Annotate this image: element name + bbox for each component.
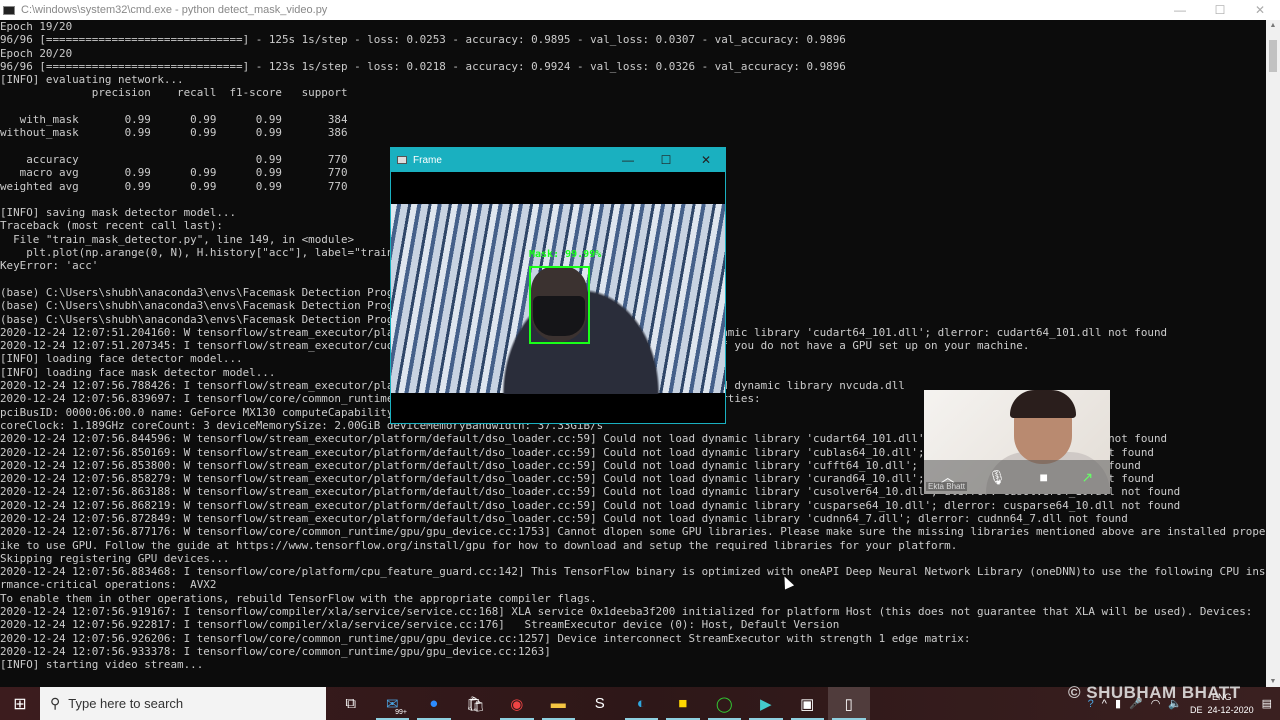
notepad-icon[interactable]: ▯ <box>828 687 870 720</box>
sublime-icon[interactable]: S <box>579 687 621 720</box>
chrome-icon[interactable]: ◉ <box>496 687 538 720</box>
search-icon: ⚲ <box>50 695 61 711</box>
taskbar-search[interactable]: ⚲ Type here to search <box>40 687 326 720</box>
terminal-line: Skipping registering GPU devices... <box>0 551 230 565</box>
terminal-line: 2020-12-24 12:07:56.872849: W tensorflow… <box>0 511 1128 525</box>
task-view-icon[interactable]: ⧉ <box>330 687 372 720</box>
webcam-video: Mask: 99.99% <box>391 204 725 394</box>
sticky-notes-icon[interactable]: ■ <box>662 687 704 720</box>
zoom-icon[interactable]: ● <box>413 687 455 720</box>
close-button[interactable]: ✕ <box>1240 0 1280 20</box>
cmd-icon <box>3 5 15 15</box>
terminal-line: [INFO] evaluating network... <box>0 73 184 87</box>
file-explorer-icon[interactable]: ▬ <box>538 687 580 720</box>
detection-label: Mask: 99.99% <box>529 249 602 260</box>
share-icon[interactable]: ↗ <box>1082 469 1094 486</box>
watermark: © SHUBHAM BHATT <box>1068 683 1241 702</box>
terminal-line: 2020-12-24 12:07:56.919167: I tensorflow… <box>0 605 1253 619</box>
terminal-line: Epoch 19/20 <box>0 20 73 33</box>
terminal-line: rmance-critical operations: AVX2 <box>0 578 217 592</box>
terminal-line: without_mask 0.99 0.99 0.99 386 <box>0 126 348 140</box>
date: 24-12-2020 <box>1207 704 1254 715</box>
participant-hair <box>1010 390 1076 418</box>
scroll-up-icon[interactable]: ▲ <box>1266 22 1280 29</box>
window-icon <box>397 156 407 164</box>
mail-icon[interactable]: ✉ 99+ <box>372 687 414 720</box>
terminal-line: 2020-12-24 12:07:56.868219: W tensorflow… <box>0 498 1181 512</box>
cmd-taskbar-icon[interactable]: ▣ <box>787 687 829 720</box>
terminal-line: Epoch 20/20 <box>0 46 73 60</box>
frame-title: Frame <box>413 154 442 166</box>
mail-badge: 99+ <box>395 709 407 716</box>
refresh-app-icon[interactable]: ◯ <box>704 687 746 720</box>
scrollbar-thumb[interactable] <box>1269 40 1277 72</box>
terminal-line: 96/96 [==============================] -… <box>0 33 846 47</box>
store-icon[interactable]: 🛍 <box>455 687 497 720</box>
video-call-overlay[interactable]: ︿ 🎙 ■ ↗ Ekta Bhatt <box>924 390 1110 494</box>
terminal-line: 2020-12-24 12:07:56.933378: I tensorflow… <box>0 644 551 658</box>
terminal-line: 2020-12-24 12:07:56.883468: I tensorflow… <box>0 565 1266 579</box>
terminal-line: [INFO] starting video stream... <box>0 658 204 672</box>
window-titlebar: C:\windows\system32\cmd.exe - python det… <box>0 0 1280 20</box>
terminal-line: 2020-12-24 12:07:56.926206: I tensorflow… <box>0 631 971 645</box>
powershell-icon[interactable]: ▶ <box>745 687 787 720</box>
terminal-line: 2020-12-24 12:07:56.922817: I tensorflow… <box>0 618 840 632</box>
terminal-line: 96/96 [==============================] -… <box>0 59 846 73</box>
windows-start-icon[interactable]: ⊞ <box>0 687 40 720</box>
terminal-line: To enable them in other operations, rebu… <box>0 591 597 605</box>
frame-minimize-button[interactable]: — <box>609 148 647 172</box>
language-bottom: DE <box>1190 704 1203 715</box>
frame-maximize-button[interactable]: ☐ <box>647 148 685 172</box>
frame-close-button[interactable]: ✕ <box>687 148 725 172</box>
scroll-down-icon[interactable]: ▼ <box>1266 678 1280 685</box>
microphone-icon[interactable]: 🎙 <box>988 469 1006 486</box>
search-placeholder: Type here to search <box>68 696 184 711</box>
window-title: C:\windows\system32\cmd.exe - python det… <box>21 4 328 16</box>
frame-window[interactable]: Frame — ☐ ✕ Mask: 99.99% <box>390 147 726 424</box>
scrollbar[interactable]: ▲ ▼ <box>1266 20 1280 687</box>
participant-name: Ekta Bhatt <box>926 482 967 491</box>
maximize-button[interactable]: ☐ <box>1200 0 1240 20</box>
minimize-button[interactable]: — <box>1160 0 1200 20</box>
detection-box <box>529 266 590 344</box>
terminal-line: precision recall f1-score support <box>0 86 348 100</box>
terminal-line: ike to use GPU. Follow the guide at http… <box>0 538 958 552</box>
notifications-icon[interactable]: ▤ <box>1262 697 1272 710</box>
edge-icon[interactable]: ◐ <box>621 687 663 720</box>
terminal-line: with_mask 0.99 0.99 0.99 384 <box>0 113 348 127</box>
camera-icon[interactable]: ■ <box>1040 469 1048 485</box>
frame-titlebar: Frame — ☐ ✕ <box>391 148 725 172</box>
terminal-line: 2020-12-24 12:07:56.877176: W tensorflow… <box>0 525 1266 539</box>
